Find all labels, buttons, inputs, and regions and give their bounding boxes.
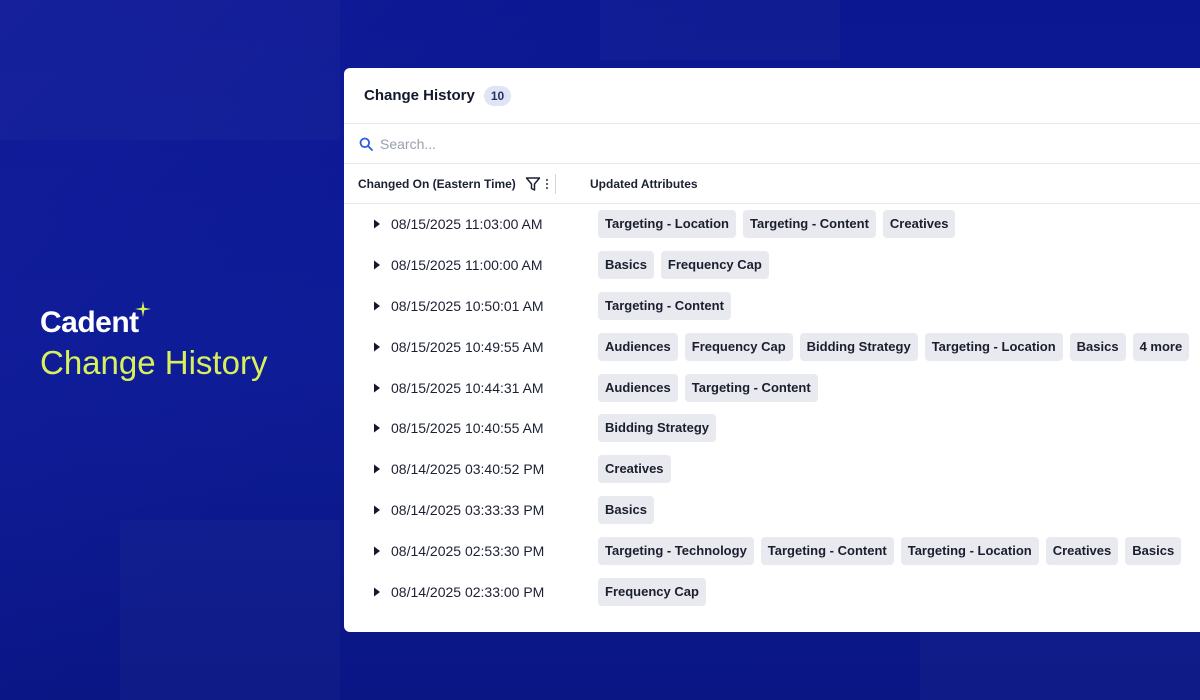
caret-right-icon[interactable] bbox=[370, 381, 384, 395]
caret-right-icon[interactable] bbox=[370, 462, 384, 476]
more-tags-chip[interactable]: 4 more bbox=[1132, 332, 1190, 361]
row-date: 08/15/2025 10:50:01 AM bbox=[391, 297, 544, 314]
attribute-tag: Targeting - Content bbox=[742, 210, 876, 239]
table-row[interactable]: 08/15/2025 10:44:31 AM Audiences Targeting… bbox=[344, 367, 1200, 408]
attribute-tag: Frequency Cap bbox=[598, 577, 706, 606]
attribute-tag: Basics bbox=[598, 251, 654, 280]
caret-right-icon[interactable] bbox=[370, 340, 384, 354]
attribute-tags: Basics bbox=[598, 495, 654, 524]
count-badge: 10 bbox=[483, 85, 512, 106]
attribute-tag: Targeting - Content bbox=[760, 536, 894, 565]
attribute-tag: Frequency Cap bbox=[684, 332, 793, 361]
row-date: 08/15/2025 10:40:55 AM bbox=[391, 420, 544, 437]
table-row[interactable]: 08/14/2025 02:53:30 PM Targeting - Techno… bbox=[344, 530, 1200, 571]
table-row[interactable]: 08/15/2025 10:50:01 AM Targeting - Conten… bbox=[344, 286, 1200, 327]
table-row[interactable]: 08/15/2025 11:03:00 AM Targeting - Locati… bbox=[344, 204, 1200, 245]
row-date: 08/15/2025 10:44:31 AM bbox=[391, 379, 544, 396]
sparkle-icon bbox=[134, 301, 151, 317]
attribute-tags: Targeting - Location Targeting - Content C… bbox=[598, 210, 956, 239]
attribute-tag: Creatives bbox=[598, 455, 671, 484]
attribute-tag: Creatives bbox=[1045, 536, 1119, 565]
column-divider[interactable] bbox=[554, 173, 556, 194]
table-body: 08/15/2025 11:03:00 AM Targeting - Locati… bbox=[344, 204, 1200, 612]
attribute-tag: Targeting - Location bbox=[924, 332, 1063, 361]
table-row[interactable]: 08/14/2025 03:33:33 PM Basics bbox=[344, 490, 1200, 531]
row-date: 08/14/2025 02:33:00 PM bbox=[391, 583, 545, 600]
attribute-tag: Targeting - Content bbox=[598, 291, 731, 320]
attribute-tags: Targeting - Technology Targeting - Conten… bbox=[598, 536, 1182, 565]
column-header-attributes[interactable]: Updated Attributes bbox=[590, 177, 698, 191]
search-icon bbox=[359, 137, 373, 151]
attribute-tag: Bidding Strategy bbox=[799, 332, 918, 361]
attribute-tag: Basics bbox=[1125, 536, 1182, 565]
caret-right-icon[interactable] bbox=[370, 258, 384, 272]
kebab-menu-icon[interactable] bbox=[543, 177, 551, 191]
table-row[interactable]: 08/15/2025 10:49:55 AM Audiences Frequency… bbox=[344, 326, 1200, 367]
row-date: 08/15/2025 11:03:00 AM bbox=[391, 216, 543, 233]
attribute-tag: Basics bbox=[598, 495, 654, 524]
panel-title: Change History bbox=[364, 87, 475, 104]
column-header-date[interactable]: Changed On (Eastern Time) bbox=[344, 173, 590, 194]
row-date: 08/14/2025 03:40:52 PM bbox=[391, 461, 545, 478]
attribute-tag: Targeting - Technology bbox=[598, 536, 754, 565]
search-input[interactable] bbox=[380, 135, 780, 152]
attribute-tag: Basics bbox=[1069, 332, 1126, 361]
attribute-tag: Audiences bbox=[598, 332, 678, 361]
search-bar bbox=[344, 124, 1200, 164]
attribute-tag: Audiences bbox=[598, 373, 678, 402]
caret-right-icon[interactable] bbox=[370, 503, 384, 517]
attribute-tag: Bidding Strategy bbox=[598, 414, 717, 443]
caret-right-icon[interactable] bbox=[370, 217, 384, 231]
column-header-attributes-label: Updated Attributes bbox=[590, 176, 698, 191]
attribute-tag: Frequency Cap bbox=[660, 251, 769, 280]
table-header: Changed On (Eastern Time) Updated Attrib… bbox=[344, 164, 1200, 204]
change-history-panel: Change History 10 Changed On (Eastern Ti… bbox=[344, 68, 1200, 632]
row-date: 08/15/2025 11:00:00 AM bbox=[391, 257, 543, 274]
cadent-logo: Cadent bbox=[40, 301, 151, 340]
row-date: 08/14/2025 02:53:30 PM bbox=[391, 542, 545, 559]
attribute-tags: Targeting - Content bbox=[598, 291, 731, 320]
row-date: 08/14/2025 03:33:33 PM bbox=[391, 501, 545, 518]
brand-title: Change History bbox=[40, 344, 268, 381]
attribute-tag: Targeting - Content bbox=[684, 373, 818, 402]
filter-icon[interactable] bbox=[525, 176, 541, 192]
caret-right-icon[interactable] bbox=[370, 585, 384, 599]
attribute-tags: Frequency Cap bbox=[598, 577, 706, 606]
table-row[interactable]: 08/14/2025 02:33:00 PM Frequency Cap bbox=[344, 571, 1200, 612]
attribute-tags: Audiences Targeting - Content bbox=[598, 373, 818, 402]
table-row[interactable]: 08/14/2025 03:40:52 PM Creatives bbox=[344, 449, 1200, 490]
logo-text: Cadent bbox=[40, 306, 139, 339]
panel-header: Change History 10 bbox=[344, 68, 1200, 124]
attribute-tags: Creatives bbox=[598, 455, 671, 484]
row-date: 08/15/2025 10:49:55 AM bbox=[391, 338, 544, 355]
caret-right-icon[interactable] bbox=[370, 299, 384, 313]
brand-block: Cadent Change History bbox=[40, 301, 268, 382]
column-header-date-label: Changed On (Eastern Time) bbox=[358, 176, 516, 191]
caret-right-icon[interactable] bbox=[370, 421, 384, 435]
attribute-tags: Basics Frequency Cap bbox=[598, 251, 769, 280]
attribute-tag: Targeting - Location bbox=[900, 536, 1039, 565]
table-row[interactable]: 08/15/2025 11:00:00 AM Basics Frequency Ca… bbox=[344, 245, 1200, 286]
attribute-tag: Targeting - Location bbox=[598, 210, 736, 239]
attribute-tag: Creatives bbox=[882, 210, 956, 239]
caret-right-icon[interactable] bbox=[370, 544, 384, 558]
attribute-tags: Bidding Strategy bbox=[598, 414, 717, 443]
table-row[interactable]: 08/15/2025 10:40:55 AM Bidding Strategy bbox=[344, 408, 1200, 449]
attribute-tags: Audiences Frequency Cap Bidding Strategy Ta… bbox=[598, 332, 1190, 361]
